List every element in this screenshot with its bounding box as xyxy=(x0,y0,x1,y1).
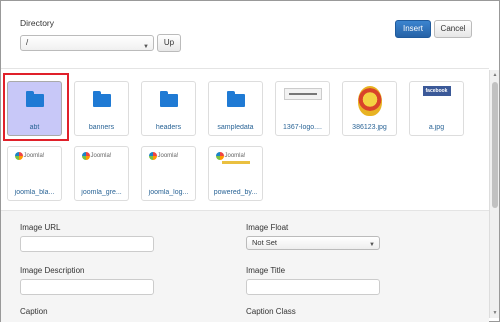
chevron-down-icon: ▼ xyxy=(143,44,149,50)
image-tile[interactable]: 1367-logo.... xyxy=(275,81,330,136)
image-description-label: Image Description xyxy=(20,266,85,275)
folder-icon xyxy=(226,91,245,107)
scrollbar-thumb[interactable] xyxy=(492,82,498,208)
image-tile[interactable]: Joomla! joomla_bla... xyxy=(7,146,62,201)
up-button[interactable]: Up xyxy=(157,34,181,52)
caption-class-label: Caption Class xyxy=(246,307,296,316)
image-float-value: Not Set xyxy=(252,238,278,247)
media-browser: abt banners headers sampledata 1367-logo… xyxy=(1,70,489,210)
caption-label: Caption xyxy=(20,307,48,316)
image-name: powered_by... xyxy=(213,189,258,196)
joomla-logo-thumbnail: Joomla! xyxy=(148,151,189,161)
image-url-input[interactable] xyxy=(20,236,154,252)
directory-select[interactable]: / ▼ xyxy=(20,35,154,51)
image-tile[interactable]: Joomla! joomla_log... xyxy=(141,146,196,201)
image-picker-dialog: Directory / ▼ Up Insert Cancel abt banne… xyxy=(0,0,500,322)
image-name: 386123.jpg xyxy=(352,124,387,131)
folder-tile-headers[interactable]: headers xyxy=(141,81,196,136)
directory-value: / xyxy=(26,38,29,47)
scroll-up-arrow-icon[interactable]: ▲ xyxy=(490,70,500,80)
cancel-button[interactable]: Cancel xyxy=(434,20,472,38)
folder-icon xyxy=(92,91,111,107)
directory-label: Directory xyxy=(20,18,55,28)
image-tile[interactable]: facebook a.jpg xyxy=(409,81,464,136)
image-properties-form: Image URL Image Float Not Set ▼ Image De… xyxy=(1,210,489,322)
folder-name: banners xyxy=(88,124,115,131)
folder-name: sampledata xyxy=(217,124,254,131)
image-tile[interactable]: Joomla! joomla_gre... xyxy=(74,146,129,201)
image-name: joomla_log... xyxy=(148,189,189,196)
image-tile[interactable]: Joomla! powered_by... xyxy=(208,146,263,201)
chevron-down-icon: ▼ xyxy=(369,242,375,248)
folder-tile-banners[interactable]: banners xyxy=(74,81,129,136)
folder-icon xyxy=(159,91,178,107)
image-float-label: Image Float xyxy=(246,223,289,232)
image-tile[interactable]: 386123.jpg xyxy=(342,81,397,136)
joomla-logo-thumbnail: Joomla! xyxy=(215,151,256,161)
toolbar: Directory / ▼ Up Insert Cancel xyxy=(1,1,489,69)
scroll-down-arrow-icon[interactable]: ▼ xyxy=(490,308,500,318)
powered-by-strip xyxy=(221,161,250,164)
image-description-input[interactable] xyxy=(20,279,154,295)
image-name: 1367-logo.... xyxy=(283,124,322,131)
selection-highlight xyxy=(3,73,69,141)
joomla-logo-thumbnail: Joomla! xyxy=(14,151,55,161)
folder-tile-sampledata[interactable]: sampledata xyxy=(208,81,263,136)
image-name: a.jpg xyxy=(428,124,445,131)
facebook-logo-thumbnail: facebook xyxy=(422,86,451,96)
insert-button[interactable]: Insert xyxy=(395,20,431,38)
vertical-scrollbar[interactable]: ▲ ▼ xyxy=(489,70,499,318)
image-title-input[interactable] xyxy=(246,279,380,295)
image-title-label: Image Title xyxy=(246,266,286,275)
image-name: joomla_gre... xyxy=(81,189,122,196)
image-float-select[interactable]: Not Set ▼ xyxy=(246,236,380,250)
image-url-label: Image URL xyxy=(20,223,61,232)
image-thumbnail xyxy=(357,86,382,116)
image-name: joomla_bla... xyxy=(14,189,55,196)
joomla-logo-thumbnail: Joomla! xyxy=(81,151,122,161)
folder-name: headers xyxy=(155,124,182,131)
image-thumbnail xyxy=(283,88,322,100)
